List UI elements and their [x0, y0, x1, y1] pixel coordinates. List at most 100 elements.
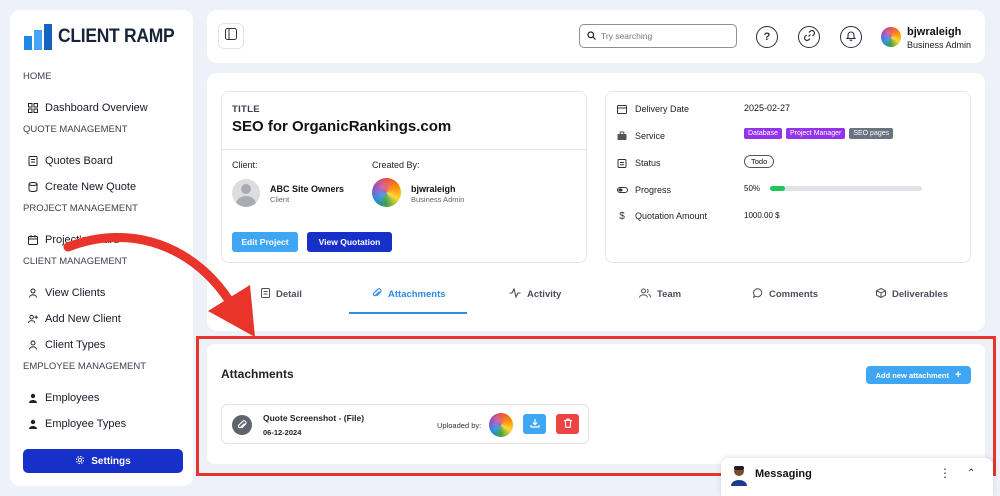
section-title-employee-management: EMPLOYEE MANAGEMENT	[23, 361, 146, 372]
status-pill: Todo	[744, 155, 775, 168]
tab-attachments[interactable]: Attachments	[372, 288, 446, 301]
messaging-widget[interactable]: Messaging ⋮ ⌃	[721, 458, 993, 496]
edit-project-button[interactable]: Edit Project	[232, 232, 298, 252]
brand-logo[interactable]: CLIENT RAMP	[24, 24, 185, 50]
attachment-name: Quote Screenshot - (File)	[263, 413, 365, 423]
progress-row: Progress	[616, 183, 671, 197]
calendar-icon	[28, 235, 38, 245]
sidebar-item-label: View Clients	[45, 287, 106, 299]
tab-comments[interactable]: Comments	[752, 288, 818, 301]
document-icon	[261, 288, 270, 301]
document-icon	[28, 156, 38, 166]
client-avatar	[232, 179, 260, 207]
briefcase-icon	[616, 131, 628, 141]
delete-button[interactable]	[556, 414, 579, 434]
sidebar-item-label: Quotes Board	[45, 155, 113, 167]
delivery-date-row: Delivery Date	[616, 102, 689, 116]
help-icon: ?	[763, 31, 771, 43]
view-quotation-button[interactable]: View Quotation	[307, 232, 392, 252]
settings-label: Settings	[91, 455, 131, 467]
chevron-up-icon[interactable]: ⌃	[967, 468, 975, 479]
sidebar-nav: HOME Dashboard Overview QUOTE MANAGEMENT…	[10, 68, 193, 437]
user-icon	[28, 288, 38, 298]
add-attachment-label: Add new attachment	[875, 370, 949, 380]
sidebar-item-label: Employees	[45, 392, 100, 404]
search-input[interactable]	[601, 31, 721, 41]
sidebar-item-employee-types[interactable]: Employee Types	[10, 411, 193, 437]
link-icon	[803, 28, 815, 46]
sidebar-item-create-new-quote[interactable]: Create New Quote	[10, 174, 193, 200]
sidebar-item-label: Employee Types	[45, 418, 127, 430]
client-role: Client	[270, 195, 290, 204]
link-button[interactable]	[798, 26, 820, 48]
download-button[interactable]	[523, 414, 546, 434]
plus-icon: +	[954, 368, 962, 381]
user-name: bjwraleigh	[907, 26, 962, 38]
client-label: Client:	[232, 160, 258, 170]
attachment-item: Quote Screenshot - (File) 06-12-2024 Upl…	[221, 404, 589, 444]
tab-deliverables[interactable]: Deliverables	[876, 287, 948, 301]
users-icon	[639, 288, 651, 301]
quotation-amount-value: 1000.00 $	[744, 211, 780, 220]
sidebar-toggle-button[interactable]	[218, 23, 244, 49]
database-icon	[28, 182, 38, 192]
attachments-title: Attachments	[221, 367, 294, 381]
dots-icon[interactable]: ⋮	[939, 466, 951, 480]
divider	[222, 149, 586, 150]
sidebar: CLIENT RAMP HOME Dashboard Overview QUOT…	[10, 10, 193, 486]
service-tag: Database	[744, 128, 782, 139]
section-title-quote-management: QUOTE MANAGEMENT	[23, 124, 128, 135]
sidebar-item-dashboard-overview[interactable]: Dashboard Overview	[10, 95, 193, 121]
sidebar-item-client-types[interactable]: Client Types	[10, 332, 193, 358]
add-attachment-button[interactable]: Add new attachment +	[866, 366, 971, 384]
sidebar-item-add-new-client[interactable]: Add New Client	[10, 306, 193, 332]
tab-detail[interactable]: Detail	[261, 288, 302, 301]
sidebar-item-label: Add New Client	[45, 313, 121, 325]
project-summary-card: TITLE SEO for OrganicRankings.com Client…	[221, 91, 587, 263]
sidebar-toggle-icon	[225, 27, 237, 45]
search-icon	[587, 27, 596, 45]
uploader-avatar	[489, 413, 513, 437]
creator-avatar	[372, 178, 401, 207]
project-panel: TITLE SEO for OrganicRankings.com Client…	[207, 73, 985, 331]
quotation-amount-label: Quotation Amount	[635, 211, 708, 221]
tab-label: Team	[657, 289, 682, 300]
progress-text: 50%	[744, 184, 761, 193]
package-icon	[876, 287, 886, 301]
sidebar-item-view-clients[interactable]: View Clients	[10, 280, 193, 306]
section-title-project-management: PROJECT MANAGEMENT	[23, 203, 138, 214]
notifications-button[interactable]	[840, 26, 862, 48]
download-icon	[529, 415, 540, 433]
help-button[interactable]: ?	[756, 26, 778, 48]
creator-name: bjwraleigh	[411, 184, 456, 194]
user-avatar[interactable]	[881, 27, 901, 47]
activity-icon	[509, 287, 521, 301]
progress-bar	[770, 186, 923, 191]
tab-activity[interactable]: Activity	[509, 287, 561, 301]
progress-bar-fill	[770, 186, 786, 191]
calendar-icon	[616, 104, 628, 114]
uploaded-by-label: Uploaded by:	[437, 421, 482, 430]
title-label: TITLE	[232, 104, 260, 115]
status-value: Todo	[744, 155, 775, 168]
search-box[interactable]	[579, 24, 737, 48]
tab-team[interactable]: Team	[639, 288, 681, 301]
created-by-label: Created By:	[372, 160, 420, 170]
client-name: ABC Site Owners	[270, 184, 345, 194]
user-role: Business Admin	[907, 40, 972, 50]
status-row: Status	[616, 156, 661, 170]
service-tags: Database Project Manager SEO pages	[744, 128, 894, 139]
sidebar-item-quotes-board[interactable]: Quotes Board	[10, 148, 193, 174]
sidebar-item-employees[interactable]: Employees	[10, 385, 193, 411]
paperclip-icon	[372, 288, 382, 301]
sidebar-item-label: Project's Board	[45, 234, 120, 246]
clipboard-icon	[616, 158, 628, 168]
user-plus-icon	[28, 314, 38, 324]
active-tab-indicator	[349, 312, 467, 314]
settings-button[interactable]: Settings	[23, 449, 183, 473]
sidebar-item-projects-board[interactable]: Project's Board	[10, 227, 193, 253]
service-tag: Project Manager	[785, 128, 846, 139]
service-label: Service	[635, 131, 666, 141]
user-solid-icon	[28, 419, 38, 429]
project-info-card: Delivery Date 2025-02-27 Service Databas…	[605, 91, 971, 263]
